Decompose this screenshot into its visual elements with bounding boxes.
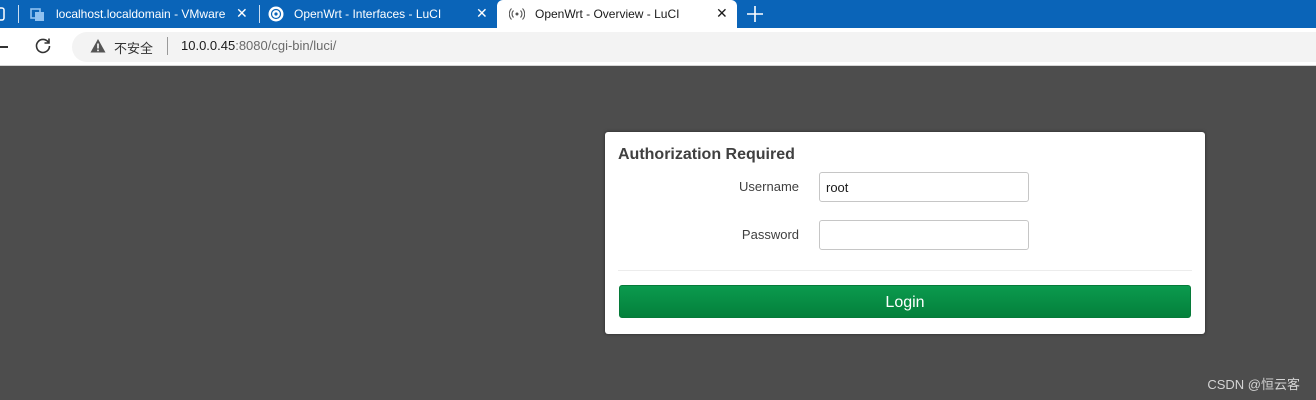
tab-separator	[18, 5, 19, 23]
back-icon[interactable]	[0, 46, 8, 48]
security-status[interactable]: 不安全	[114, 38, 153, 57]
tab-interfaces[interactable]: OpenWrt - Interfaces - LuCI ✕	[268, 0, 496, 28]
close-tab-icon[interactable]: ✕	[236, 5, 248, 22]
tab-title: OpenWrt - Overview - LuCI	[535, 7, 680, 21]
tab-actions-icon[interactable]	[0, 7, 6, 21]
vmware-icon	[30, 8, 44, 21]
close-tab-icon[interactable]: ✕	[716, 5, 728, 22]
divider	[618, 270, 1192, 271]
plus-icon[interactable]	[744, 3, 766, 25]
url-text[interactable]: 10.0.0.45:8080/cgi-bin/luci/	[181, 38, 336, 53]
username-label: Username	[739, 179, 799, 194]
tab-overview[interactable]: OpenWrt - Overview - LuCI ✕	[497, 0, 737, 28]
password-label: Password	[741, 227, 799, 242]
watermark: CSDN @恒云客	[1207, 377, 1300, 392]
warning-icon[interactable]	[89, 37, 107, 55]
panel-title: Authorization Required	[618, 146, 795, 163]
tab-title: OpenWrt - Interfaces - LuCI	[294, 7, 442, 21]
login-button[interactable]: Login	[619, 285, 1191, 318]
wireless-icon	[509, 8, 525, 20]
tab-vmware[interactable]: localhost.localdomain - VMware ✕	[30, 0, 256, 28]
password-input[interactable]	[819, 220, 1029, 250]
url-path: :8080/cgi-bin/luci/	[235, 38, 337, 53]
url-host: 10.0.0.45	[181, 38, 236, 53]
username-input[interactable]	[819, 172, 1029, 202]
close-tab-icon[interactable]: ✕	[476, 5, 488, 22]
tab-separator	[259, 5, 260, 23]
openwrt-icon	[268, 6, 284, 22]
login-panel: Authorization Required Username Password…	[605, 132, 1205, 334]
tab-title: localhost.localdomain - VMware	[56, 7, 226, 21]
url-separator	[167, 37, 168, 55]
reload-icon[interactable]	[33, 36, 53, 56]
tab-strip: localhost.localdomain - VMware ✕ OpenWrt…	[0, 0, 1316, 28]
